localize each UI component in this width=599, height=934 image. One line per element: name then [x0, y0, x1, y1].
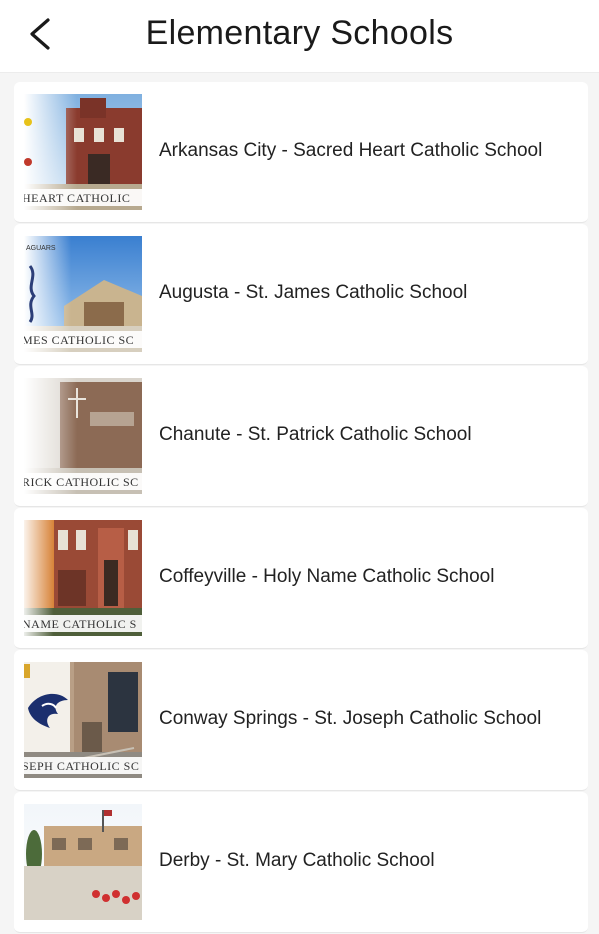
school-thumbnail — [24, 804, 142, 920]
list-item-school[interactable]: HEART CATHOLIC Arkansas City - Sacred He… — [14, 82, 588, 223]
thumbnail-caption: RICK CATHOLIC SC — [24, 473, 142, 490]
app-header: Elementary Schools — [0, 0, 599, 73]
list-item-school[interactable]: AGUARS MES CATHOLIC SC Augusta - St. Jam… — [14, 224, 588, 365]
school-name: Augusta - St. James Catholic School — [159, 282, 468, 303]
school-thumbnail: HEART CATHOLIC — [24, 94, 142, 210]
school-thumbnail: SEPH CATHOLIC SC — [24, 662, 142, 778]
school-name: Arkansas City - Sacred Heart Catholic Sc… — [159, 140, 543, 161]
school-list: HEART CATHOLIC Arkansas City - Sacred He… — [14, 82, 588, 934]
list-item-school[interactable]: NAME CATHOLIC S Coffeyville - Holy Name … — [14, 508, 588, 649]
thumbnail-caption: HEART CATHOLIC — [24, 189, 142, 206]
list-item-school[interactable]: RICK CATHOLIC SC Chanute - St. Patrick C… — [14, 366, 588, 507]
thumbnail-caption: NAME CATHOLIC S — [24, 615, 142, 632]
list-item-school[interactable]: SEPH CATHOLIC SC Conway Springs - St. Jo… — [14, 650, 588, 791]
school-thumbnail: NAME CATHOLIC S — [24, 520, 142, 636]
list-item-school[interactable]: Derby - St. Mary Catholic School — [14, 792, 588, 933]
school-thumbnail: AGUARS MES CATHOLIC SC — [24, 236, 142, 352]
school-thumbnail: RICK CATHOLIC SC — [24, 378, 142, 494]
thumbnail-caption: SEPH CATHOLIC SC — [24, 757, 142, 774]
school-name: Chanute - St. Patrick Catholic School — [159, 424, 472, 445]
school-name: Coffeyville - Holy Name Catholic School — [159, 566, 495, 587]
school-name: Conway Springs - St. Joseph Catholic Sch… — [159, 708, 542, 729]
school-name: Derby - St. Mary Catholic School — [159, 850, 435, 871]
thumbnail-caption: MES CATHOLIC SC — [24, 331, 142, 348]
page-title: Elementary Schools — [145, 14, 454, 52]
svg-text:AGUARS: AGUARS — [26, 245, 56, 252]
